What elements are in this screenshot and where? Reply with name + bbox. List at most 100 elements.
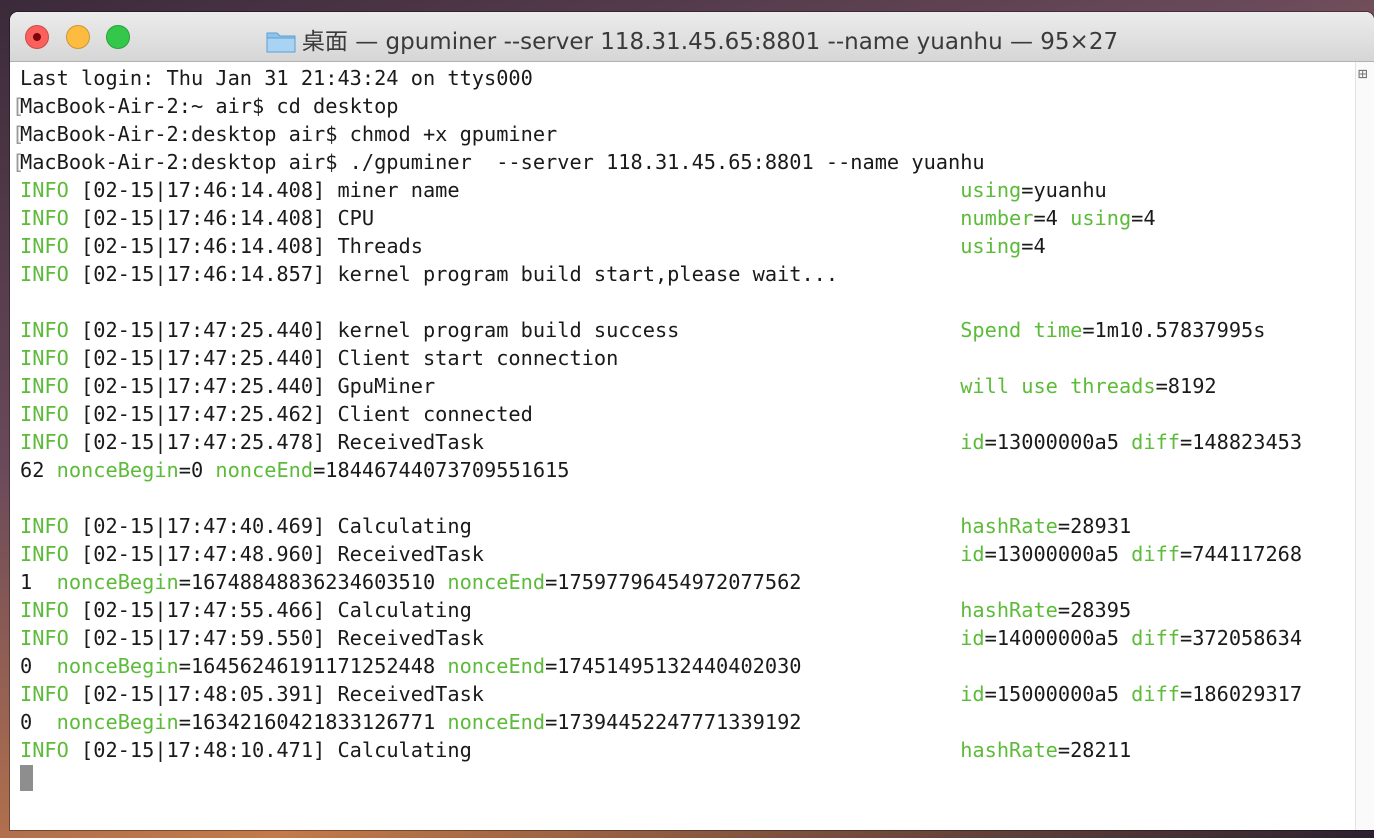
log-message: [02-15|17:47:25.462] Client connected [68, 402, 533, 426]
log-level: INFO [20, 318, 69, 342]
log-message: [02-15|17:46:14.408] miner name [68, 178, 961, 202]
field-value: =4 [1131, 206, 1156, 230]
log-level: INFO [20, 402, 69, 426]
field-value: =148823453 [1180, 430, 1303, 454]
field-value: =16748848836234603510 [178, 570, 448, 594]
field-key: nonceEnd [447, 570, 546, 594]
field-key: diff [1131, 430, 1180, 454]
field-key: nonceEnd [447, 654, 546, 678]
terminal-line: [MacBook-Air-2:~ air$ cd desktop] [12, 92, 1368, 120]
field-value: =13000000a5 [984, 542, 1132, 566]
terminal-line: 0 nonceBegin=16342160421833126771 nonceE… [20, 708, 1356, 736]
log-message: [02-15|17:47:25.478] ReceivedTask [68, 430, 961, 454]
wrapped-text: 0 [20, 710, 57, 734]
folder-icon [266, 32, 296, 53]
terminal-line: INFO [02-15|17:47:25.440] Client start c… [20, 344, 1356, 372]
terminal-line: 1 nonceBegin=16748848836234603510 nonceE… [20, 568, 1356, 596]
scrollbar[interactable]: ⊞ [1355, 62, 1374, 830]
log-message: [02-15|17:48:10.471] Calculating [68, 738, 961, 762]
field-value: =18446744073709551615 [313, 458, 570, 482]
field-value: =372058634 [1180, 626, 1303, 650]
prompt-mark: [ [12, 94, 25, 118]
log-level: INFO [20, 346, 69, 370]
field-key: using [960, 234, 1022, 258]
field-key: id [960, 626, 985, 650]
log-level: INFO [20, 682, 69, 706]
field-key: nonceEnd [215, 458, 314, 482]
field-value: =yuanhu [1021, 178, 1107, 202]
field-value: =0 [178, 458, 216, 482]
terminal-line: INFO [02-15|17:46:14.857] kernel program… [20, 260, 1356, 288]
terminal-line: INFO [02-15|17:48:10.471] Calculating ha… [20, 736, 1356, 764]
field-value: =17394452247771339192 [545, 710, 802, 734]
field-value: =28931 [1057, 514, 1132, 538]
terminal-line: 0 nonceBegin=16456246191171252448 nonceE… [20, 652, 1356, 680]
field-value: =16456246191171252448 [178, 654, 448, 678]
terminal-line: INFO [02-15|17:47:40.469] Calculating ha… [20, 512, 1356, 540]
terminal-output[interactable]: Last login: Thu Jan 31 21:43:24 on ttys0… [10, 62, 1368, 830]
log-level: INFO [20, 374, 69, 398]
terminal-window: 桌面 — gpuminer --server 118.31.45.65:8801… [10, 12, 1374, 830]
field-value: =1m10.57837995s [1082, 318, 1266, 342]
field-value: =14000000a5 [984, 626, 1132, 650]
log-level: INFO [20, 598, 69, 622]
terminal-line: INFO [02-15|17:47:25.478] ReceivedTask i… [20, 428, 1356, 456]
wrapped-text: 0 [20, 654, 57, 678]
field-value: =13000000a5 [984, 430, 1132, 454]
line-text: Last login: Thu Jan 31 21:43:24 on ttys0… [20, 66, 533, 90]
field-value: =4 [1021, 234, 1046, 258]
text-cursor[interactable] [20, 765, 33, 791]
field-value: =28395 [1057, 598, 1132, 622]
terminal-line: INFO [02-15|17:46:14.408] Threads using=… [20, 232, 1356, 260]
field-value: =186029317 [1180, 682, 1303, 706]
field-value: =15000000a5 [984, 682, 1132, 706]
field-key: Spend time [960, 318, 1083, 342]
terminal-line: INFO [02-15|17:47:25.440] GpuMiner will … [20, 372, 1356, 400]
log-message: [02-15|17:47:25.440] kernel program buil… [68, 318, 961, 342]
terminal-line: 62 nonceBegin=0 nonceEnd=184467440737095… [20, 456, 1356, 484]
terminal-line: Last login: Thu Jan 31 21:43:24 on ttys0… [20, 64, 1356, 92]
field-key: using [960, 178, 1022, 202]
terminal-line: INFO [02-15|17:46:14.408] CPU number=4 u… [20, 204, 1356, 232]
field-key: hashRate [960, 514, 1058, 538]
field-key: id [960, 682, 985, 706]
log-level: INFO [20, 542, 69, 566]
wrapped-text: 62 [20, 458, 57, 482]
log-message: [02-15|17:47:25.440] Client start connec… [68, 346, 619, 370]
title-bar[interactable]: 桌面 — gpuminer --server 118.31.45.65:8801… [10, 12, 1374, 62]
log-message: [02-15|17:46:14.408] Threads [68, 234, 961, 258]
log-level: INFO [20, 514, 69, 538]
field-value: =8192 [1155, 374, 1217, 398]
field-key: using [1070, 206, 1132, 230]
field-key: nonceBegin [56, 654, 179, 678]
terminal-line: INFO [02-15|17:46:14.408] miner name usi… [20, 176, 1356, 204]
field-key: nonceBegin [56, 458, 179, 482]
wrapped-text: 1 [20, 570, 57, 594]
log-message: [02-15|17:47:55.466] Calculating [68, 598, 961, 622]
log-message: [02-15|17:48:05.391] ReceivedTask [68, 682, 961, 706]
log-message: [02-15|17:47:40.469] Calculating [68, 514, 961, 538]
field-key: hashRate [960, 598, 1058, 622]
log-message: [02-15|17:46:14.857] kernel program buil… [68, 262, 839, 286]
field-value: =28211 [1057, 738, 1132, 762]
field-key: diff [1131, 626, 1180, 650]
terminal-line: INFO [02-15|17:47:25.462] Client connect… [20, 400, 1356, 428]
field-value: =4 [1033, 206, 1071, 230]
log-level: INFO [20, 178, 69, 202]
field-value: =744117268 [1180, 542, 1303, 566]
field-key: id [960, 542, 985, 566]
log-level: INFO [20, 262, 69, 286]
log-message: [02-15|17:47:48.960] ReceivedTask [68, 542, 961, 566]
log-message: [02-15|17:47:59.550] ReceivedTask [68, 626, 961, 650]
prompt-mark: [ [12, 122, 25, 146]
terminal-line: INFO [02-15|17:47:25.440] kernel program… [20, 316, 1356, 344]
log-level: INFO [20, 626, 69, 650]
terminal-line: [MacBook-Air-2:desktop air$ chmod +x gpu… [12, 120, 1368, 148]
prompt-mark: [ [12, 150, 25, 174]
terminal-line: INFO [02-15|17:47:59.550] ReceivedTask i… [20, 624, 1356, 652]
field-key: id [960, 430, 985, 454]
field-value: =17451495132440402030 [545, 654, 802, 678]
field-key: nonceBegin [56, 710, 179, 734]
prompt-command: MacBook-Air-2:desktop air$ ./gpuminer --… [20, 150, 985, 174]
